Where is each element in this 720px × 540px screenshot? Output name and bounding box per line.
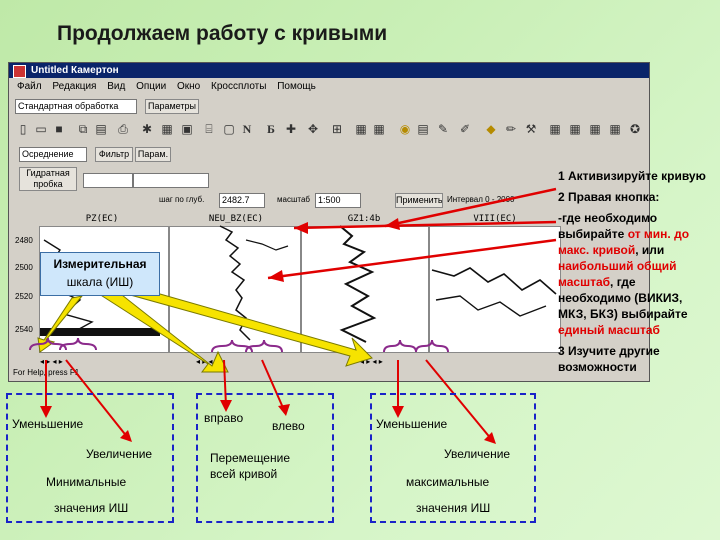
move-left-label: влево — [272, 419, 305, 433]
instructions-panel: 1 Активизируйте кривую 2 Правая кнопка: … — [558, 168, 710, 380]
scale-max-box: Уменьшение Увеличение максимальные значе… — [370, 393, 536, 523]
left-values-label: значения ИШ — [54, 501, 129, 515]
instruction-step-2-detail: -где необходимо выбирайте от мин. до мак… — [558, 211, 690, 337]
instruction-step-3: 3 Изучите другие возможности — [558, 344, 660, 374]
right-maximal-label: максимальные — [406, 475, 490, 489]
right-decrease-label: Уменьшение — [376, 417, 448, 431]
curve-track-1-block — [40, 328, 160, 336]
left-minimal-label: Минимальные — [46, 475, 127, 489]
move-curve-box: вправо влево Перемещение всей кривой — [196, 393, 334, 523]
measuring-scale-callout: Измерительная шкала (ИШ) — [40, 252, 160, 296]
right-increase-label: Увеличение — [444, 447, 511, 461]
curve-track-4b — [435, 295, 547, 317]
scale-min-box: Уменьшение Увеличение Минимальные значен… — [6, 393, 174, 523]
instruction-step-2: 2 Правая кнопка: — [558, 190, 660, 204]
brace-5 — [383, 339, 417, 353]
callout-line-1: Измерительная — [53, 257, 147, 271]
scroll-arrows-1: ◂ ▸ ◂ ▸ — [40, 357, 63, 366]
curve-track-2b — [245, 239, 289, 251]
brace-6 — [415, 339, 449, 353]
move-right-label: вправо — [204, 411, 244, 425]
arrow-activate — [384, 187, 557, 228]
arrow-right-click-1 — [293, 220, 557, 230]
callout-line-2: шкала (ИШ) — [66, 275, 134, 289]
left-increase-label: Увеличение — [86, 447, 153, 461]
curve-track-4 — [431, 267, 557, 295]
instruction-step-1: 1 Активизируйте кривую — [558, 169, 706, 183]
arrow-right-click-2 — [267, 238, 557, 280]
move-line-1: Перемещение — [210, 451, 290, 465]
move-line-2: всей кривой — [210, 467, 278, 481]
curve-track-3 — [339, 225, 377, 343]
right-values-label: значения ИШ — [416, 501, 491, 515]
left-decrease-label: Уменьшение — [12, 417, 84, 431]
